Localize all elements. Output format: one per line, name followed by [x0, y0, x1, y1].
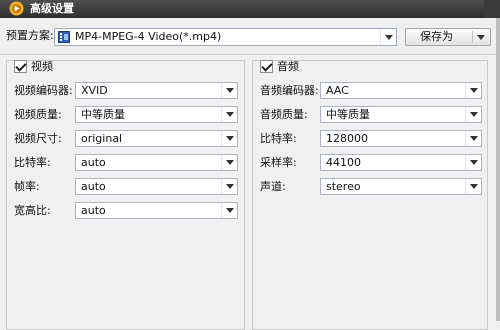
video-aspect-row: 宽高比: auto	[7, 202, 244, 220]
audio-samplerate-select[interactable]: 44100	[320, 154, 482, 171]
chevron-down-icon[interactable]	[465, 179, 481, 194]
chevron-down-icon[interactable]	[465, 83, 481, 98]
audio-panel: 音频 音频编码器: AAC 音频质量: 中等质量 比特率: 128000 采样率…	[252, 60, 488, 330]
video-size-row: 视频尺寸: original	[7, 130, 244, 148]
video-encoder-row: 视频编码器: XVID	[7, 82, 244, 100]
video-quality-value: 中等质量	[81, 108, 125, 121]
chevron-down-icon[interactable]	[465, 107, 481, 122]
chevron-down-icon[interactable]	[221, 107, 237, 122]
save-as-button[interactable]: 保存为	[405, 28, 491, 46]
video-aspect-value: auto	[81, 204, 106, 217]
video-size-value: original	[81, 132, 123, 145]
window-edge	[496, 18, 500, 321]
preset-value: MP4-MPEG-4 Video(*.mp4)	[75, 30, 222, 43]
video-aspect-label: 宽高比:	[14, 204, 51, 217]
audio-panel-title: 音频	[277, 60, 299, 73]
chevron-down-icon[interactable]	[221, 155, 237, 170]
chevron-down-icon[interactable]	[465, 155, 481, 170]
audio-channels-row: 声道: stereo	[253, 178, 487, 196]
audio-encoder-label: 音频编码器:	[260, 84, 319, 97]
video-aspect-select[interactable]: auto	[75, 202, 238, 219]
video-size-select[interactable]: original	[75, 130, 238, 147]
chevron-down-icon[interactable]	[472, 29, 490, 45]
audio-quality-row: 音频质量: 中等质量	[253, 106, 487, 124]
window-title: 高级设置	[30, 2, 74, 15]
video-framerate-row: 帧率: auto	[7, 178, 244, 196]
audio-encoder-value: AAC	[326, 84, 349, 97]
video-panel: 视频 视频编码器: XVID 视频质量: 中等质量 视频尺寸: original…	[6, 60, 245, 330]
video-size-label: 视频尺寸:	[14, 132, 62, 145]
video-bitrate-row: 比特率: auto	[7, 154, 244, 172]
video-bitrate-label: 比特率:	[14, 156, 51, 169]
audio-enable-checkbox[interactable]	[260, 60, 273, 73]
chevron-down-icon[interactable]	[221, 179, 237, 194]
audio-quality-select[interactable]: 中等质量	[320, 106, 482, 123]
video-encoder-value: XVID	[81, 84, 108, 97]
audio-samplerate-row: 采样率: 44100	[253, 154, 487, 172]
film-icon	[58, 31, 70, 43]
audio-bitrate-select[interactable]: 128000	[320, 130, 482, 147]
audio-bitrate-row: 比特率: 128000	[253, 130, 487, 148]
video-framerate-select[interactable]: auto	[75, 178, 238, 195]
audio-samplerate-label: 采样率:	[260, 156, 297, 169]
video-encoder-label: 视频编码器:	[14, 84, 73, 97]
video-panel-title: 视频	[31, 60, 53, 73]
chevron-down-icon[interactable]	[221, 203, 237, 218]
audio-bitrate-value: 128000	[326, 132, 368, 145]
audio-channels-select[interactable]: stereo	[320, 178, 482, 195]
video-encoder-select[interactable]: XVID	[75, 82, 238, 99]
video-quality-row: 视频质量: 中等质量	[7, 106, 244, 124]
app-logo-icon	[9, 1, 24, 16]
audio-bitrate-label: 比特率:	[260, 132, 297, 145]
audio-encoder-row: 音频编码器: AAC	[253, 82, 487, 100]
video-bitrate-select[interactable]: auto	[75, 154, 238, 171]
audio-channels-label: 声道:	[260, 180, 286, 193]
preset-label: 预置方案:	[6, 29, 54, 42]
video-bitrate-value: auto	[81, 156, 106, 169]
audio-samplerate-value: 44100	[326, 156, 361, 169]
audio-quality-value: 中等质量	[326, 108, 370, 121]
video-framerate-value: auto	[81, 180, 106, 193]
chevron-down-icon[interactable]	[465, 131, 481, 146]
video-quality-select[interactable]: 中等质量	[75, 106, 238, 123]
video-enable-checkbox[interactable]	[14, 60, 27, 73]
audio-quality-label: 音频质量:	[260, 108, 308, 121]
chevron-down-icon[interactable]	[380, 29, 396, 45]
video-framerate-label: 帧率:	[14, 180, 40, 193]
chevron-down-icon[interactable]	[221, 83, 237, 98]
chevron-down-icon[interactable]	[221, 131, 237, 146]
save-as-label: 保存为	[420, 30, 453, 43]
preset-select[interactable]: MP4-MPEG-4 Video(*.mp4)	[54, 28, 397, 46]
audio-encoder-select[interactable]: AAC	[320, 82, 482, 99]
video-quality-label: 视频质量:	[14, 108, 62, 121]
preset-bar: 预置方案: MP4-MPEG-4 Video(*.mp4) 保存为	[0, 18, 500, 55]
close-button[interactable]	[484, 0, 500, 18]
title-bar: 高级设置	[0, 0, 500, 18]
audio-channels-value: stereo	[326, 180, 361, 193]
